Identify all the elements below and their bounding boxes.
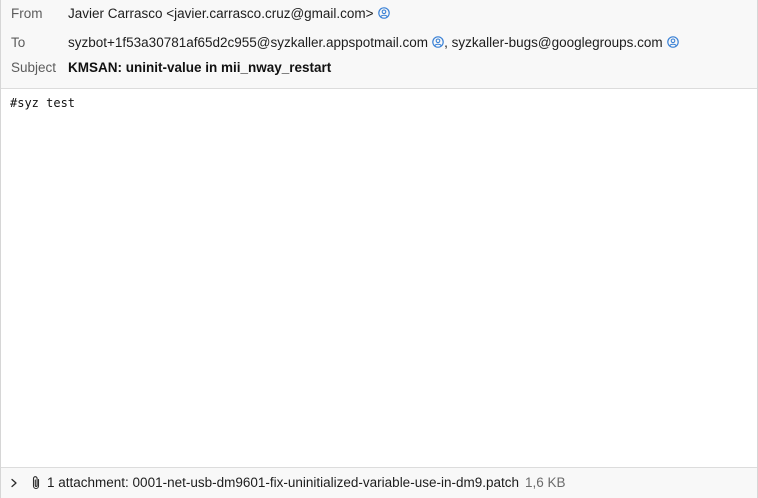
subject-text: KMSAN: uninit-value in mii_nway_restart	[68, 60, 332, 75]
contact-icon[interactable]	[432, 36, 444, 48]
subject-label: Subject	[11, 60, 57, 75]
attachment-summary[interactable]: 1 attachment: 0001-net-usb-dm9601-fix-un…	[47, 468, 566, 498]
message-window: From Javier Carrasco <javier.carrasco.cr…	[0, 0, 758, 498]
attachment-bar[interactable]: 1 attachment: 0001-net-usb-dm9601-fix-un…	[1, 467, 757, 498]
message-body-text: #syz test	[10, 96, 76, 110]
message-header: From Javier Carrasco <javier.carrasco.cr…	[1, 0, 757, 89]
from-address[interactable]: Javier Carrasco <javier.carrasco.cruz@gm…	[68, 6, 374, 21]
to-label: To	[11, 35, 26, 50]
paperclip-icon	[32, 476, 40, 490]
to-recipient[interactable]: syzkaller-bugs@googlegroups.com	[452, 35, 663, 50]
from-label: From	[11, 6, 43, 21]
contact-icon[interactable]	[377, 7, 390, 19]
message-body[interactable]: #syz test	[1, 89, 757, 467]
contact-icon[interactable]	[666, 36, 679, 48]
to-field[interactable]: syzbot+1f53a30781af65d2c955@syzkaller.ap…	[68, 32, 679, 54]
chevron-right-icon[interactable]	[9, 478, 19, 488]
to-recipient[interactable]: syzbot+1f53a30781af65d2c955@syzkaller.ap…	[68, 35, 428, 50]
attachment-name[interactable]: 1 attachment: 0001-net-usb-dm9601-fix-un…	[47, 475, 519, 490]
recipient-separator: ,	[444, 35, 448, 50]
from-field[interactable]: Javier Carrasco <javier.carrasco.cruz@gm…	[68, 3, 390, 25]
attachment-size: 1,6 KB	[525, 475, 566, 490]
